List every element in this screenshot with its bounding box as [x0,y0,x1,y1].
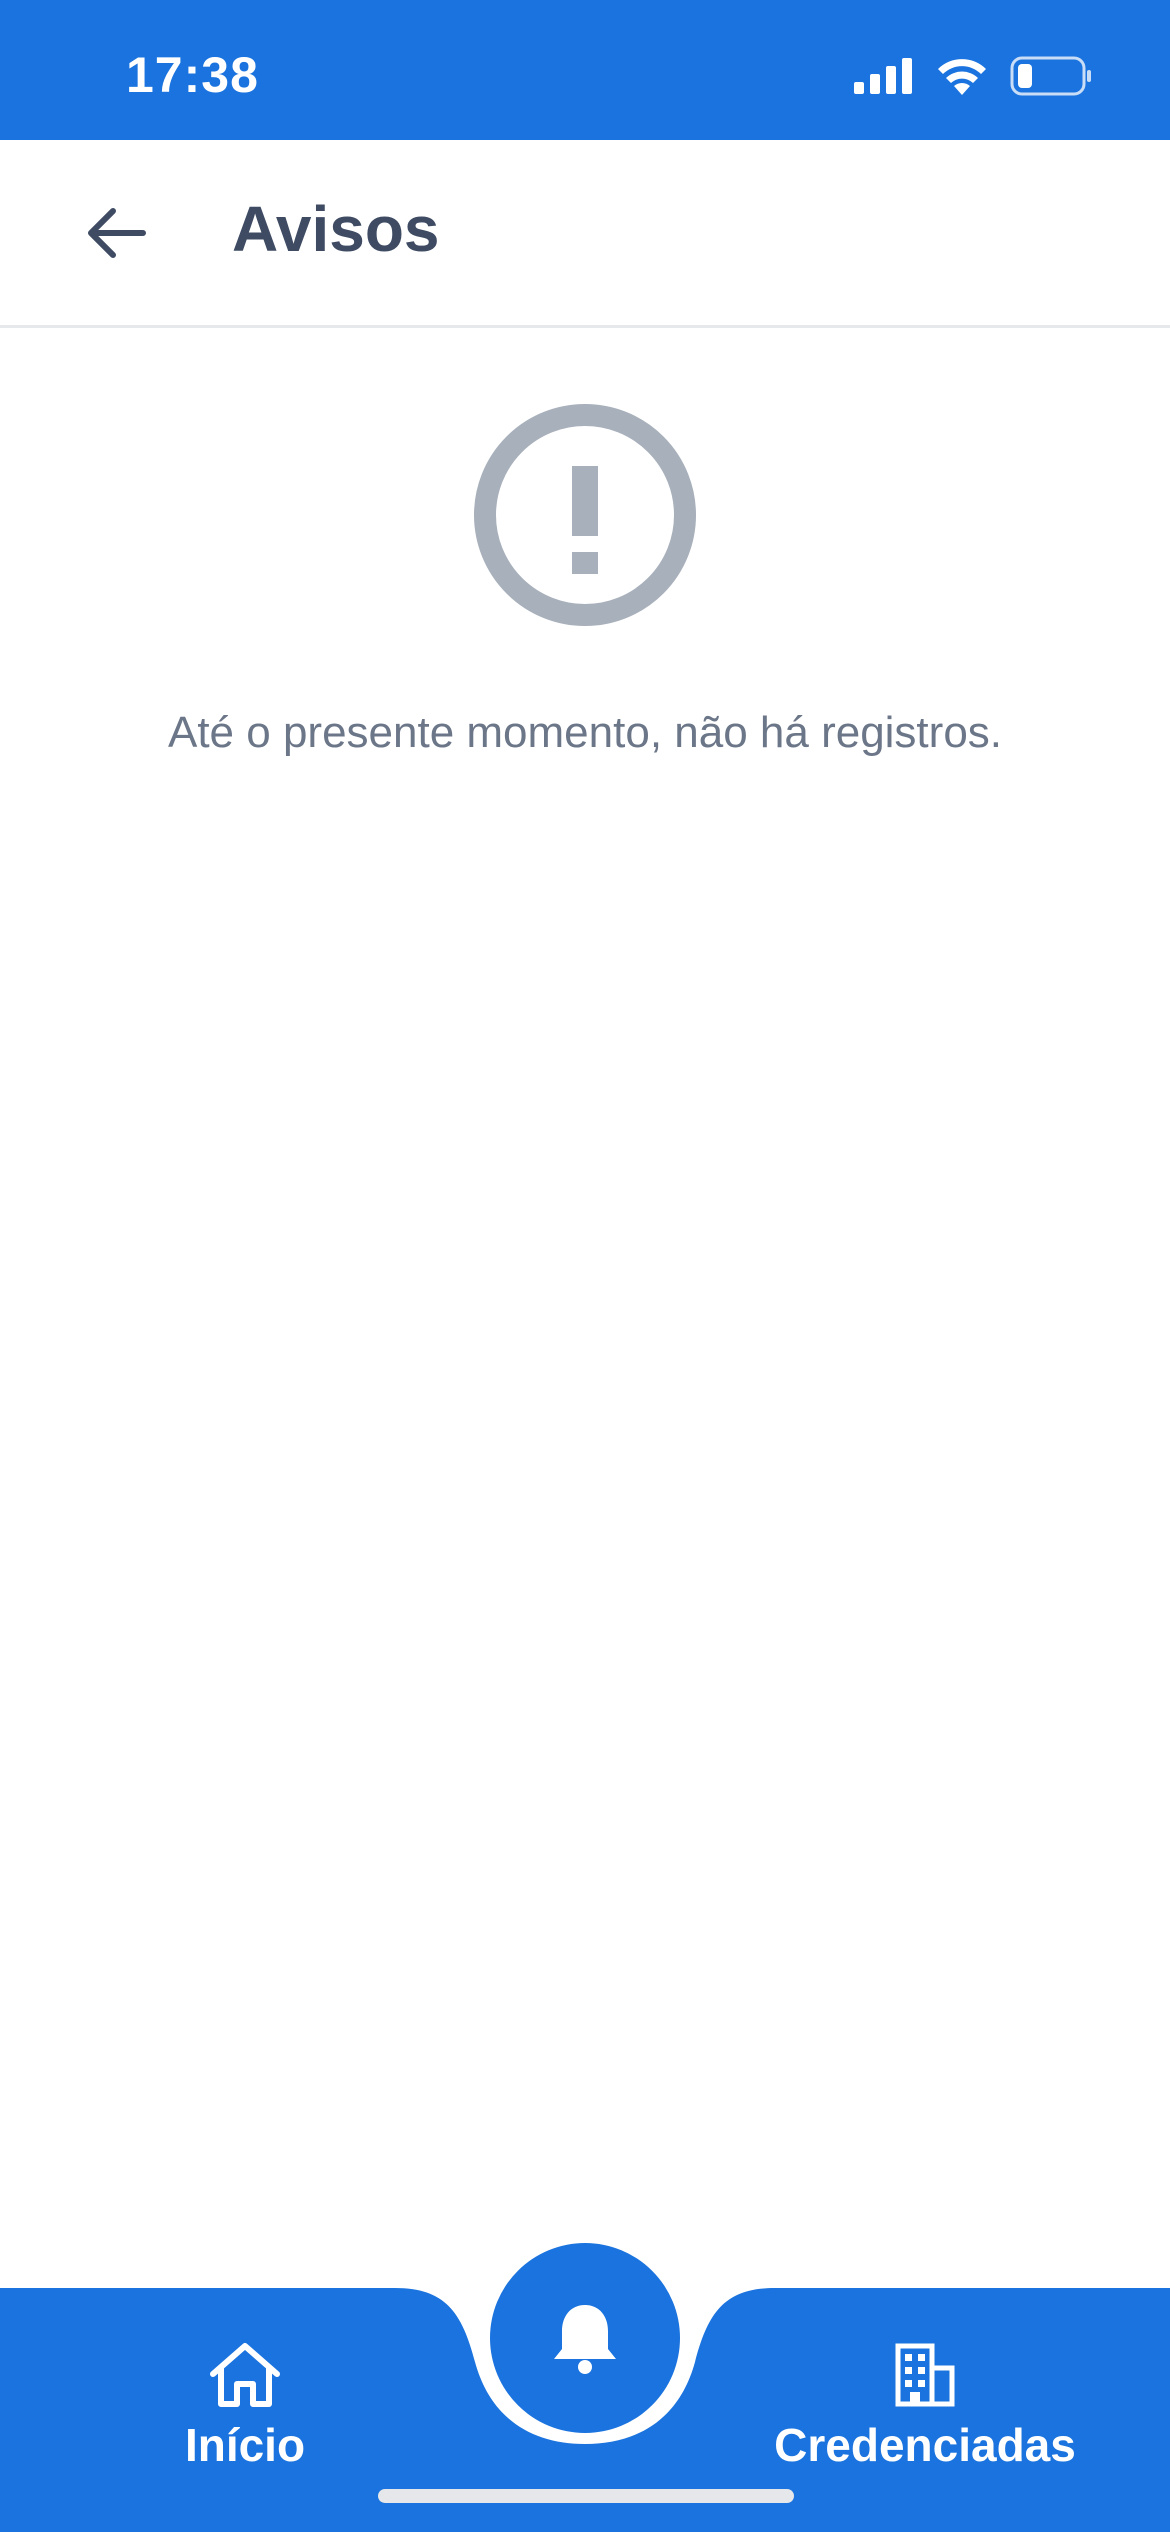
nav-item-credenciadas[interactable]: Credenciadas [770,2342,1080,2472]
status-time: 17:38 [126,47,259,103]
nav-item-inicio[interactable]: Início [180,2342,310,2472]
avisos-fab-button[interactable] [490,2243,680,2433]
signal-icon [854,58,912,94]
home-indicator [378,2489,794,2503]
battery-icon [1010,56,1091,96]
bell-icon [554,2305,616,2374]
nav-item-label: Início [184,2419,306,2471]
status-bar: 17:38 [0,0,1170,140]
empty-state: Até o presente momento, não há registros… [0,400,1170,758]
empty-message: Até o presente momento, não há registros… [167,708,1003,757]
building-icon [895,2343,955,2407]
nav-item-label: Credenciadas [774,2419,1076,2471]
home-icon [210,2343,280,2407]
app-bar: Avisos [0,140,1170,328]
status-icons [854,56,1092,96]
back-button[interactable] [70,188,160,278]
page-title: Avisos [232,193,440,265]
wifi-icon [938,59,986,95]
exclamation-circle-icon [474,404,696,626]
arrow-left-icon [88,208,146,258]
